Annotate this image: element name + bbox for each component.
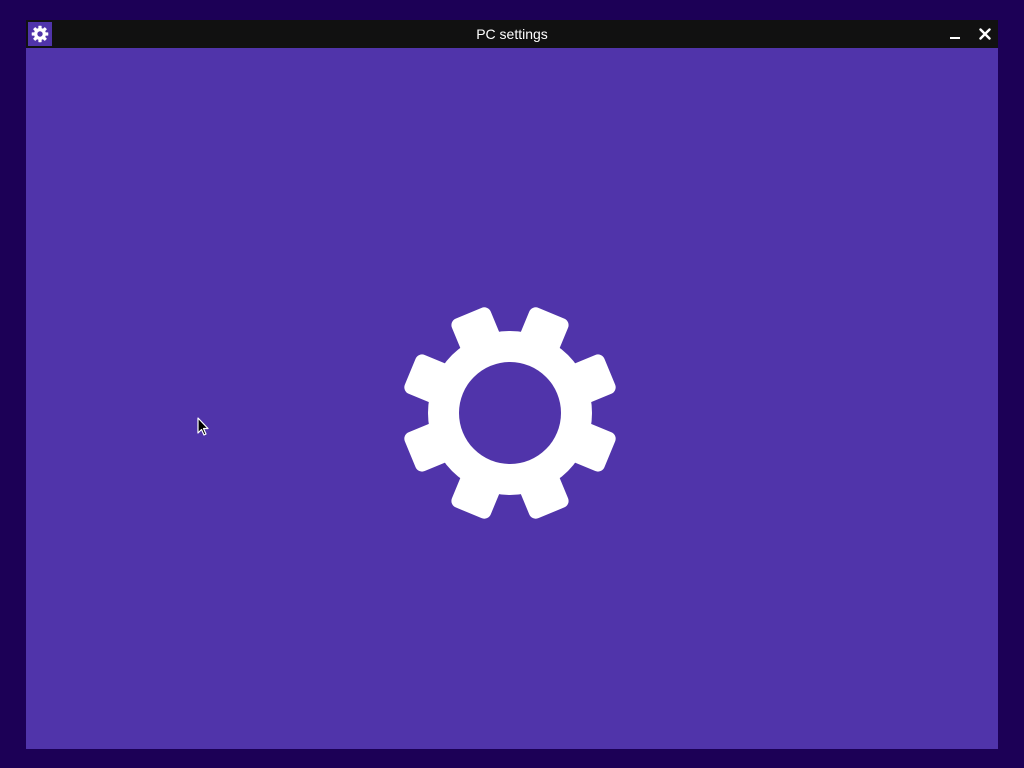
- mouse-pointer-icon: [197, 417, 209, 436]
- minimize-icon: [950, 37, 960, 39]
- window-title: PC settings: [476, 26, 548, 42]
- close-icon: [979, 28, 991, 40]
- splash-screen: [26, 48, 998, 749]
- title-bar[interactable]: PC settings: [26, 20, 998, 48]
- pc-settings-window: PC settings: [26, 20, 998, 749]
- gear-icon: [404, 307, 616, 519]
- minimize-button[interactable]: [940, 20, 970, 48]
- desktop: PC settings: [0, 0, 1024, 768]
- close-button[interactable]: [970, 20, 1000, 48]
